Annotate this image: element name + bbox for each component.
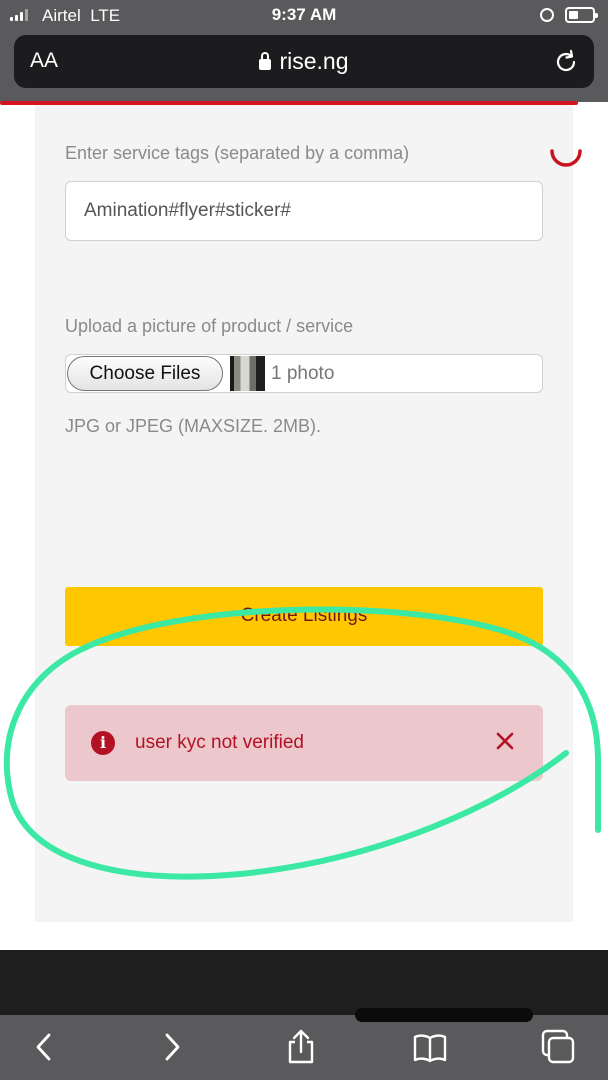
home-indicator bbox=[355, 1008, 533, 1022]
service-tags-input[interactable] bbox=[65, 181, 543, 241]
share-icon[interactable] bbox=[283, 1028, 319, 1066]
photo-thumbnail bbox=[230, 356, 265, 391]
info-icon: i bbox=[91, 731, 115, 755]
page-content: Enter service tags (separated by a comma… bbox=[0, 105, 608, 950]
forward-icon[interactable] bbox=[154, 1028, 190, 1066]
file-hint: JPG or JPEG (MAXSIZE. 2MB). bbox=[65, 416, 322, 436]
tabs-icon[interactable] bbox=[540, 1028, 576, 1066]
safari-toolbar bbox=[0, 1015, 608, 1080]
orientation-lock-icon bbox=[540, 8, 554, 22]
file-upload-field[interactable]: Choose Files 1 photo bbox=[65, 354, 543, 393]
lock-icon bbox=[259, 52, 272, 70]
url-display[interactable]: rise.ng bbox=[14, 48, 594, 75]
file-count: 1 photo bbox=[271, 363, 335, 384]
alert-message: user kyc not verified bbox=[135, 732, 304, 753]
battery-icon bbox=[565, 7, 598, 23]
back-icon[interactable] bbox=[27, 1028, 63, 1066]
tags-label: Enter service tags (separated by a comma… bbox=[65, 143, 410, 163]
reload-icon[interactable] bbox=[552, 48, 580, 76]
clock: 9:37 AM bbox=[271, 5, 337, 24]
loading-spinner-icon bbox=[550, 149, 582, 167]
status-bar: Airtel LTE 9:37 AM bbox=[0, 0, 608, 32]
address-bar[interactable]: AA rise.ng bbox=[14, 35, 594, 88]
page-footer bbox=[0, 950, 608, 1015]
choose-files-button[interactable]: Choose Files bbox=[67, 356, 223, 391]
close-icon[interactable] bbox=[495, 731, 515, 751]
error-alert: i user kyc not verified bbox=[65, 705, 543, 781]
create-listings-button[interactable]: Create Listings bbox=[65, 587, 543, 646]
url-text: rise.ng bbox=[279, 48, 349, 74]
browser-chrome: AA rise.ng bbox=[0, 32, 608, 102]
upload-label: Upload a picture of product / service bbox=[65, 316, 354, 336]
bookmarks-icon[interactable] bbox=[412, 1028, 448, 1066]
